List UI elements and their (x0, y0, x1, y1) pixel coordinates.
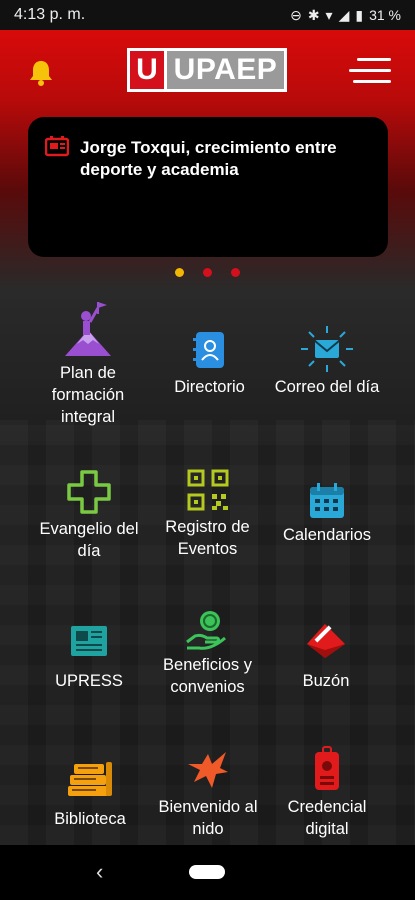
qr-code-icon (187, 469, 228, 511)
upaep-logo: U UPAEP (127, 48, 287, 92)
logo-text: UPAEP (167, 51, 284, 89)
wifi-icon: ▾ (325, 6, 333, 23)
status-bar: 4:13 p. m. ⊖ ✱ ▾ ◢ ▮ 31 % (0, 0, 415, 30)
tile-plan-formacion[interactable]: Plan de formación integral (28, 300, 148, 428)
tile-label: Plan de formación integral (51, 364, 125, 426)
tile-directorio[interactable]: Directorio (157, 330, 262, 398)
tile-correo[interactable]: Correo del día (266, 324, 388, 398)
tile-evangelio[interactable]: Evangelio del día (30, 470, 148, 562)
eagle-icon (188, 752, 228, 788)
status-icons: ⊖ ✱ ▾ ◢ ▮ 31 % (290, 7, 401, 24)
newspaper-icon (71, 626, 107, 656)
contacts-book-icon (192, 332, 224, 368)
hand-coin-icon (185, 611, 226, 650)
mailbox-icon (307, 624, 345, 658)
tile-buzon[interactable]: Buzón (280, 620, 372, 692)
tile-upress[interactable]: UPRESS (40, 624, 138, 692)
vibrate-icon: ✱ (307, 6, 320, 23)
tile-biblioteca[interactable]: Biblioteca (42, 760, 138, 830)
tile-credencial[interactable]: Credencial digital (276, 746, 378, 840)
books-icon (68, 762, 112, 796)
person-summit-flag-icon (65, 302, 111, 356)
logo-u: U (130, 51, 164, 89)
tile-registro-eventos[interactable]: Registro de Eventos (155, 468, 260, 560)
carousel-dot-3[interactable] (231, 268, 240, 277)
status-time: 4:13 p. m. (14, 6, 86, 23)
mail-burst-icon (301, 326, 353, 372)
carousel-dot-2[interactable] (203, 268, 212, 277)
back-icon[interactable]: ‹ (96, 859, 103, 885)
news-title: Jorge Toxqui, crecimiento entre deporte … (80, 138, 337, 179)
tile-label: Evangelio del día (39, 520, 139, 560)
tile-label: Credencial digital (287, 798, 367, 838)
tile-label: UPRESS (55, 672, 123, 690)
tile-beneficios[interactable]: Beneficios y convenios (150, 608, 265, 698)
app-header: U UPAEP (0, 30, 415, 110)
system-nav-bar: ‹ (0, 845, 415, 900)
tile-bienvenido[interactable]: Bienvenido al nido (150, 748, 266, 840)
battery-percent: 31 % (369, 7, 401, 23)
bell-icon[interactable] (26, 57, 56, 87)
calendar-icon (310, 483, 344, 518)
tile-label: Bienvenido al nido (158, 798, 258, 838)
cross-icon (67, 470, 111, 514)
tile-label: Registro de Eventos (165, 518, 250, 558)
hamburger-menu-icon[interactable] (349, 56, 391, 86)
news-card[interactable]: Jorge Toxqui, crecimiento entre deporte … (28, 117, 388, 257)
dnd-icon: ⊖ (290, 6, 302, 23)
tile-label: Correo del día (274, 378, 380, 396)
id-badge-icon (315, 746, 339, 790)
home-pill-icon[interactable] (189, 865, 225, 879)
tile-label: Beneficios y convenios (163, 656, 252, 696)
news-icon (45, 136, 69, 157)
battery-icon: ▮ (355, 6, 364, 23)
carousel-indicators (0, 268, 415, 277)
signal-icon: ◢ (338, 6, 350, 23)
carousel-dot-1[interactable] (175, 268, 184, 277)
tile-label: Biblioteca (54, 810, 126, 828)
tile-label: Buzón (302, 672, 350, 690)
tile-calendarios[interactable]: Calendarios (272, 482, 382, 546)
tile-label: Directorio (174, 378, 245, 396)
tile-label: Calendarios (282, 526, 372, 544)
